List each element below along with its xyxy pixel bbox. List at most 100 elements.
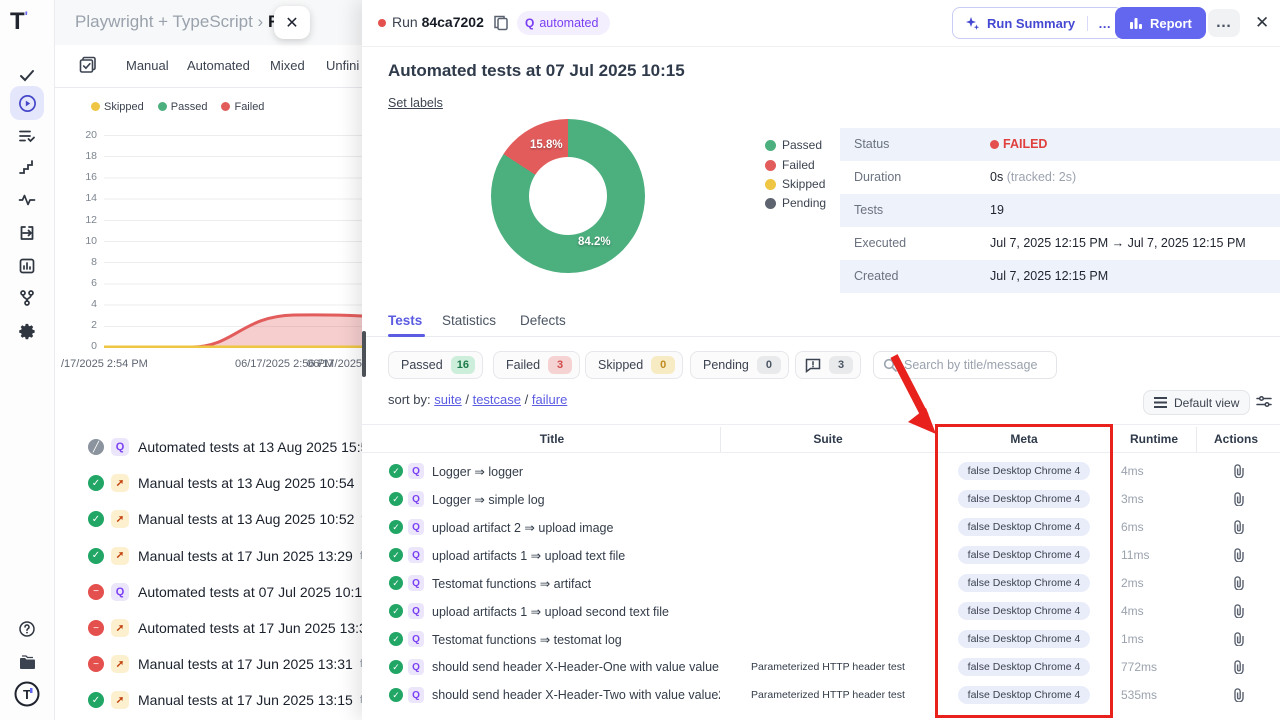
search-input[interactable] — [904, 358, 1044, 372]
tab-manual[interactable]: Manual — [126, 58, 169, 73]
test-row[interactable]: ✓Q upload artifacts 1 ⇒ upload second te… — [362, 597, 1280, 625]
plans-list-check-icon[interactable] — [10, 119, 44, 153]
tab-automated[interactable]: Automated — [187, 58, 250, 73]
default-view-button[interactable]: Default view — [1143, 390, 1250, 415]
col-meta[interactable]: Meta — [1010, 432, 1037, 446]
passed-percent-label: 84.2% — [578, 236, 611, 248]
sort-failure-link[interactable]: failure — [532, 392, 567, 407]
projects-folder-icon[interactable] — [10, 645, 44, 679]
column-settings-sliders-icon[interactable] — [1256, 394, 1272, 409]
failed-run-dot-icon — [378, 19, 386, 27]
test-row[interactable]: ✓Q should send header X-Header-Two with … — [362, 681, 1280, 709]
col-runtime[interactable]: Runtime — [1130, 432, 1178, 446]
tab-unfinished[interactable]: Unfini — [326, 58, 359, 73]
automated-badge[interactable]: Q automated — [517, 11, 610, 35]
run-list-item[interactable]: ✓ ➚ Manual tests at 13 Aug 2025 10:52 fr… — [55, 501, 365, 537]
run-summary-button[interactable]: Run Summary … — [952, 7, 1123, 39]
set-labels-link[interactable]: Set labels — [388, 96, 443, 110]
test-row[interactable]: ✓Q Testomat functions ⇒ artifact false D… — [362, 569, 1280, 597]
meta-badge: false Desktop Chrome 4 — [958, 658, 1091, 676]
automated-q-icon: Q — [408, 687, 424, 703]
sort-testcase-link[interactable]: testcase — [473, 392, 521, 407]
copy-run-id-icon[interactable] — [493, 14, 509, 31]
info-row-status: Status FAILED — [840, 128, 1280, 161]
app-logo[interactable]: T' — [10, 8, 28, 36]
scrollbar-thumb[interactable] — [362, 331, 366, 377]
active-tab-indicator — [388, 334, 425, 337]
tab-statistics[interactable]: Statistics — [442, 313, 496, 328]
run-list-item[interactable]: ✓ ➚ Manual tests at 13 Aug 2025 10:54 2 — [55, 465, 365, 501]
reports-chart-icon[interactable] — [10, 249, 44, 283]
test-row[interactable]: ✓Q Logger ⇒ logger false Desktop Chrome … — [362, 457, 1280, 485]
run-list-item[interactable]: − Q Automated tests at 07 Jul 2025 10:15 — [55, 574, 365, 610]
tab-tests[interactable]: Tests — [388, 313, 422, 328]
attachment-paperclip-icon[interactable] — [1232, 520, 1245, 534]
import-icon[interactable] — [10, 216, 44, 250]
passed-check-icon: ✓ — [389, 632, 403, 646]
help-icon[interactable] — [10, 612, 44, 646]
run-list-item[interactable]: ✓ ➚ Manual tests at 17 Jun 2025 13:15 fr… — [55, 682, 365, 718]
branch-icon[interactable] — [10, 281, 44, 315]
test-row[interactable]: ✓Q upload artifacts 1 ⇒ upload text file… — [362, 541, 1280, 569]
col-suite[interactable]: Suite — [813, 432, 842, 446]
col-actions[interactable]: Actions — [1214, 432, 1258, 446]
run-title: Manual tests at 17 Jun 2025 13:31 — [138, 656, 353, 672]
close-runs-popover-button[interactable]: ✕ — [274, 6, 310, 39]
filter-comments[interactable]: 3 — [795, 351, 861, 379]
select-runs-icon[interactable] — [79, 56, 97, 74]
filter-skipped[interactable]: Skipped0 — [585, 351, 683, 379]
attachment-paperclip-icon[interactable] — [1232, 604, 1245, 618]
automated-q-icon: Q — [408, 519, 424, 535]
automated-run-icon: Q — [111, 583, 129, 601]
manual-run-icon: ➚ — [111, 655, 129, 673]
pulse-activity-icon[interactable] — [10, 183, 44, 217]
runs-play-icon[interactable] — [10, 86, 44, 120]
info-row-tests: Tests 19 — [840, 194, 1280, 227]
run-list-item[interactable]: − ➚ Automated tests at 17 Jun 2025 13:30 — [55, 610, 365, 646]
attachment-paperclip-icon[interactable] — [1232, 576, 1245, 590]
pending-dot-icon — [765, 198, 776, 209]
tab-mixed[interactable]: Mixed — [270, 58, 305, 73]
breadcrumb-project[interactable]: Playwright + TypeScript — [75, 12, 253, 31]
run-list-item[interactable]: ✓ ➚ Manual tests at 17 Jun 2025 13:29 fr… — [55, 538, 365, 574]
result-donut-chart — [461, 89, 674, 302]
run-list-item[interactable]: − ➚ Manual tests at 17 Jun 2025 13:31 fr… — [55, 646, 365, 682]
filter-pending[interactable]: Pending0 — [690, 351, 789, 379]
meta-badge: false Desktop Chrome 4 — [958, 630, 1091, 648]
search-box[interactable] — [873, 351, 1057, 379]
attachment-paperclip-icon[interactable] — [1232, 688, 1245, 702]
x-label: /17/2025 2:54 PM — [61, 358, 148, 370]
automated-q-icon: Q — [408, 659, 424, 675]
test-row[interactable]: ✓Q should send header X-Header-One with … — [362, 653, 1280, 681]
run-list: ╱ Q Automated tests at 13 Aug 2025 15:53… — [55, 429, 365, 719]
attachment-paperclip-icon[interactable] — [1232, 632, 1245, 646]
y-tick: 10 — [69, 235, 97, 247]
panel-more-button[interactable]: … — [1208, 9, 1240, 37]
automated-q-icon: Q — [408, 631, 424, 647]
meta-badge: false Desktop Chrome 4 — [958, 574, 1091, 592]
settings-gear-icon[interactable] — [10, 314, 44, 348]
passed-check-icon: ✓ — [389, 576, 403, 590]
test-row[interactable]: ✓Q upload artifact 2 ⇒ upload image fals… — [362, 513, 1280, 541]
user-avatar[interactable]: T — [10, 677, 44, 711]
filter-failed[interactable]: Failed3 — [493, 351, 580, 379]
sort-suite-link[interactable]: suite — [434, 392, 461, 407]
run-list-item[interactable]: ╱ Q Automated tests at 13 Aug 2025 15:53 — [55, 429, 365, 465]
donut-legend-failed: Failed — [765, 158, 815, 172]
view-list-icon — [1154, 397, 1167, 408]
attachment-paperclip-icon[interactable] — [1232, 492, 1245, 506]
attachment-paperclip-icon[interactable] — [1232, 464, 1245, 478]
filter-passed[interactable]: Passed16 — [388, 351, 483, 379]
test-row[interactable]: ✓Q Testomat functions ⇒ testomat log fal… — [362, 625, 1280, 653]
col-title[interactable]: Title — [540, 432, 564, 446]
test-row[interactable]: ✓Q Logger ⇒ simple log false Desktop Chr… — [362, 485, 1280, 513]
passed-check-icon: ✓ — [389, 464, 403, 478]
manual-run-icon: ➚ — [111, 474, 129, 492]
milestones-steps-icon[interactable] — [10, 151, 44, 185]
panel-close-button[interactable]: ✕ — [1255, 13, 1269, 33]
manual-run-icon: ➚ — [111, 547, 129, 565]
attachment-paperclip-icon[interactable] — [1232, 660, 1245, 674]
tab-defects[interactable]: Defects — [520, 313, 566, 328]
report-button[interactable]: Report — [1115, 7, 1206, 39]
attachment-paperclip-icon[interactable] — [1232, 548, 1245, 562]
